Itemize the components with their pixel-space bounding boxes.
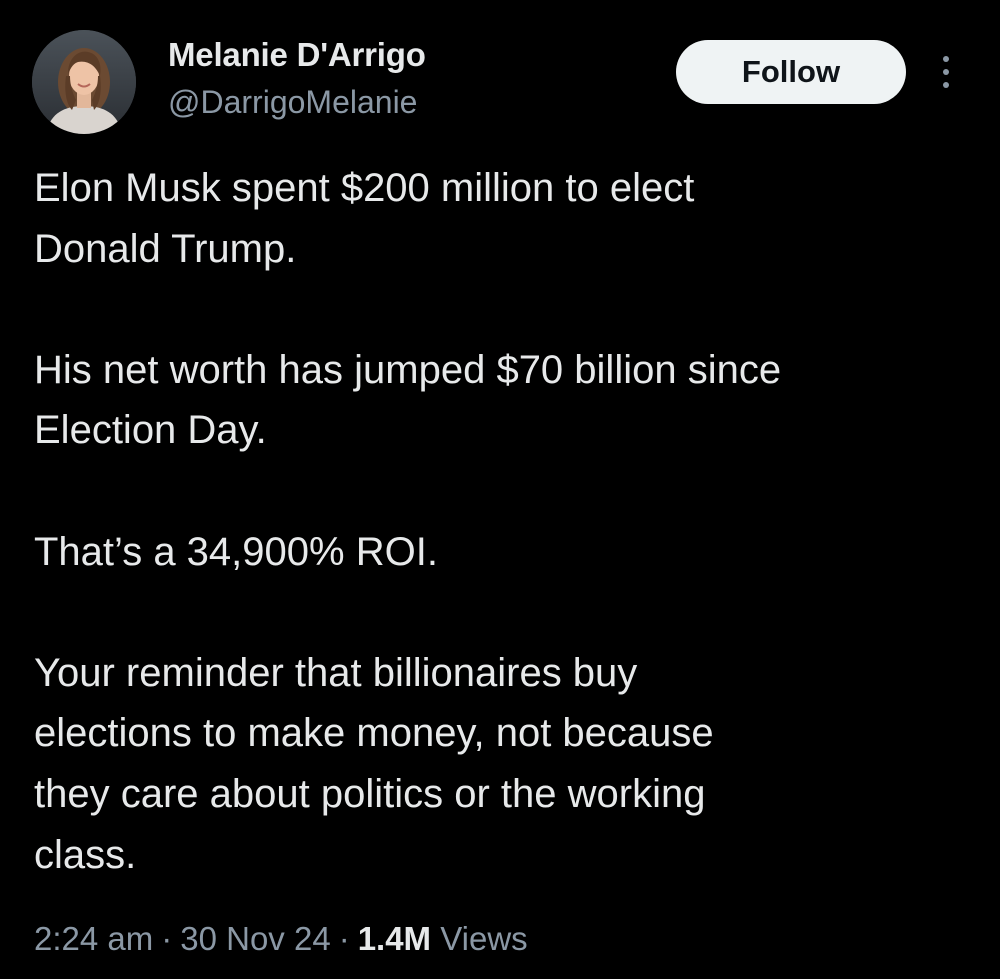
meta-separator: ·	[161, 920, 173, 957]
more-vertical-icon[interactable]	[930, 48, 962, 96]
views-count[interactable]: 1.4M	[358, 920, 431, 957]
tweet-text: Elon Musk spent $200 million to elect Do…	[34, 158, 974, 885]
views-label[interactable]: Views	[440, 920, 527, 957]
tweet-card: Melanie D'Arrigo @DarrigoMelanie Follow …	[0, 0, 1000, 979]
profile-photo-icon	[32, 30, 136, 134]
tweet-line: That’s a 34,900% ROI.	[34, 529, 438, 574]
tweet-date[interactable]: 30 Nov 24	[180, 920, 330, 957]
tweet-line: class.	[34, 832, 137, 877]
tweet-line: His net worth has jumped $70 billion sin…	[34, 347, 782, 392]
follow-button[interactable]: Follow	[676, 40, 906, 104]
tweet-paragraph: Your reminder that billionaires buy elec…	[34, 643, 974, 885]
meta-separator: ·	[338, 920, 350, 957]
tweet-line: Your reminder that billionaires buy	[34, 650, 638, 695]
author-name[interactable]: Melanie D'Arrigo	[168, 36, 426, 74]
tweet-paragraph: His net worth has jumped $70 billion sin…	[34, 340, 974, 461]
tweet-line: Election Day.	[34, 408, 267, 453]
tweet-meta: 2:24 am · 30 Nov 24 · 1.4M Views	[34, 920, 528, 958]
tweet-time[interactable]: 2:24 am	[34, 920, 153, 957]
more-dot	[943, 69, 949, 75]
tweet-line: Donald Trump.	[34, 226, 297, 271]
tweet-line: elections to make money, not because	[34, 711, 714, 756]
more-dot	[943, 82, 949, 88]
tweet-paragraph: Elon Musk spent $200 million to elect Do…	[34, 158, 974, 279]
tweet-line: Elon Musk spent $200 million to elect	[34, 166, 695, 210]
author-handle[interactable]: @DarrigoMelanie	[168, 84, 417, 121]
avatar[interactable]	[32, 30, 136, 134]
more-dot	[943, 56, 949, 62]
tweet-paragraph: That’s a 34,900% ROI.	[34, 522, 974, 583]
tweet-line: they care about politics or the working	[34, 771, 706, 816]
